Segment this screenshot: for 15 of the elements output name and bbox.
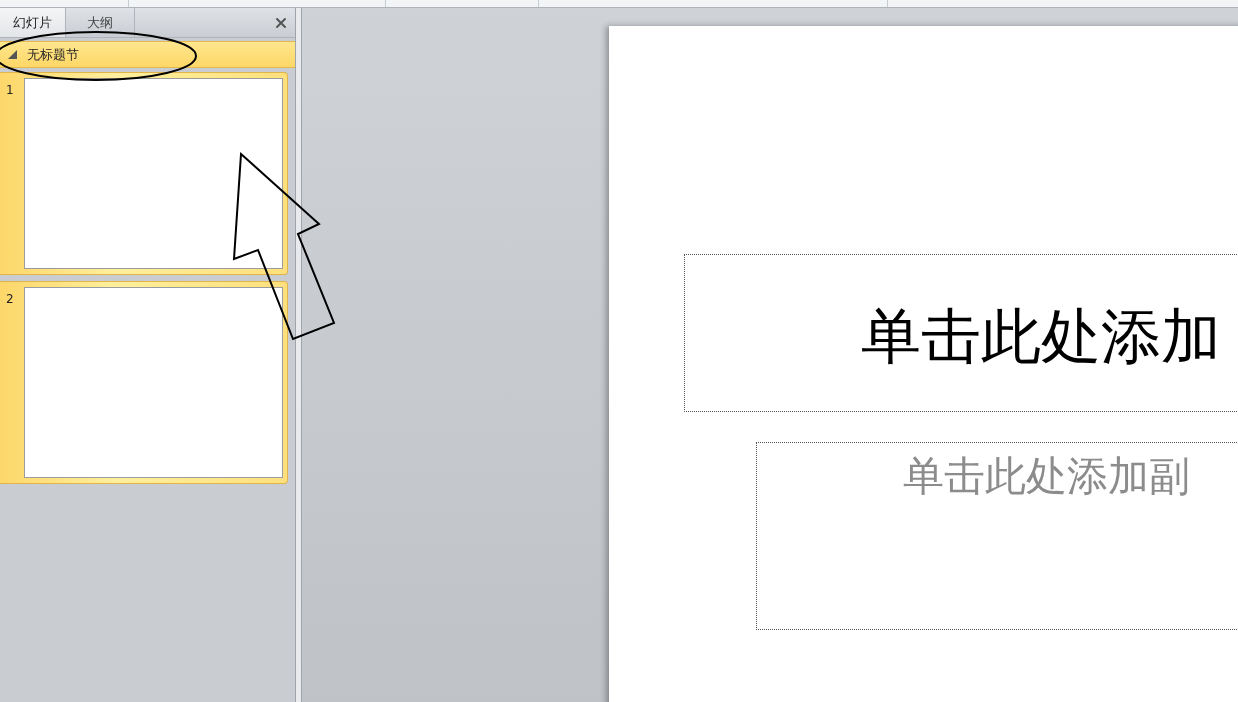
title-text: 单击此处添加 [861, 301, 1221, 371]
subtitle-text: 单击此处添加副 [903, 452, 1190, 500]
slide-thumbnail[interactable] [24, 287, 283, 478]
section-title: 无标题节 [27, 45, 79, 64]
slide-thumbnail-row[interactable]: 2 [0, 281, 288, 484]
title-placeholder[interactable]: 单击此处添加 [684, 254, 1238, 412]
slide-thumbnail[interactable] [24, 78, 283, 269]
slide-number: 1 [6, 82, 15, 99]
panel-splitter[interactable] [295, 8, 302, 702]
collapse-icon[interactable] [8, 50, 17, 59]
panel-tab[interactable]: 大纲 [66, 8, 135, 37]
section-header[interactable]: 无标题节 [0, 41, 295, 68]
panel-tab[interactable]: 幻灯片 [0, 8, 66, 37]
slide-number: 2 [6, 291, 15, 308]
slide-thumbnail-row[interactable]: 1 [0, 72, 288, 275]
